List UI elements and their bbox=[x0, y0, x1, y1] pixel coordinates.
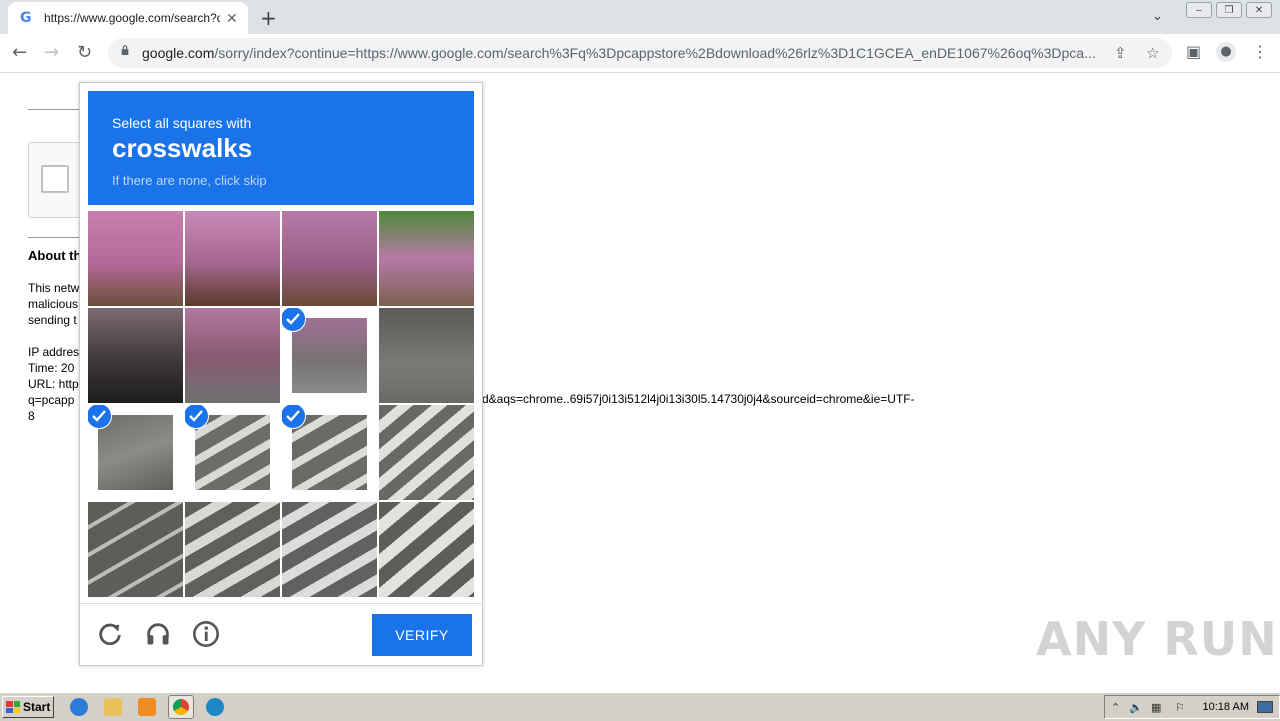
action-center-flag-icon[interactable]: ⚐ bbox=[1175, 701, 1185, 714]
para-line: q=pcapp bbox=[28, 393, 75, 407]
system-tray: ⌃ 🔈 ▦ ⚐ 10:18 AM bbox=[1104, 695, 1280, 719]
instruction-hint: If there are none, click skip bbox=[112, 173, 267, 188]
captcha-tile[interactable] bbox=[185, 211, 280, 306]
edge-icon[interactable] bbox=[206, 698, 224, 716]
divider bbox=[28, 237, 80, 238]
anyrun-watermark: ANY RUN bbox=[1036, 612, 1278, 666]
google-favicon-icon: G bbox=[20, 10, 32, 26]
image-grid bbox=[88, 211, 474, 597]
chrome-icon bbox=[173, 699, 189, 715]
captcha-tile[interactable] bbox=[185, 405, 280, 500]
tile-image bbox=[379, 308, 474, 403]
tile-image bbox=[379, 405, 474, 500]
tile-image bbox=[88, 308, 183, 403]
tile-image bbox=[88, 502, 183, 597]
windows-taskbar: Start ⌃ 🔈 ▦ ⚐ 10:18 AM bbox=[0, 692, 1280, 721]
captcha-tile[interactable] bbox=[185, 502, 280, 597]
tile-image bbox=[185, 502, 280, 597]
captcha-tile[interactable] bbox=[282, 211, 377, 306]
para-line: URL: http bbox=[28, 377, 79, 391]
verify-button[interactable]: VERIFY bbox=[372, 614, 472, 656]
forward-icon[interactable]: → bbox=[44, 42, 59, 63]
volume-icon[interactable]: 🔈 bbox=[1129, 701, 1143, 714]
profile-avatar-icon[interactable]: ● bbox=[1216, 42, 1236, 62]
captcha-tile[interactable] bbox=[379, 308, 474, 403]
captcha-tile[interactable] bbox=[88, 502, 183, 597]
browser-tab[interactable]: G https://www.google.com/search?q= ✕ bbox=[8, 2, 248, 34]
para-line: This netw bbox=[28, 281, 80, 295]
challenge-footer: VERIFY bbox=[80, 603, 482, 666]
challenge-header: Select all squares with crosswalks If th… bbox=[88, 91, 474, 205]
clock: 10:18 AM bbox=[1202, 701, 1249, 713]
reload-challenge-icon[interactable] bbox=[96, 620, 124, 648]
start-button[interactable]: Start bbox=[2, 696, 54, 718]
address-bar[interactable]: google.com/sorry/index?continue=https://… bbox=[108, 38, 1172, 68]
tab-search-chevron-icon[interactable]: ⌄ bbox=[1152, 8, 1163, 24]
recaptcha-checkbox[interactable] bbox=[41, 165, 69, 193]
captcha-tile[interactable] bbox=[282, 308, 377, 403]
tile-image bbox=[379, 211, 474, 306]
window-controls: – ❐ ✕ bbox=[1186, 2, 1272, 18]
divider bbox=[28, 109, 80, 110]
tile-image bbox=[292, 318, 367, 393]
side-panel-icon[interactable]: ▣ bbox=[1186, 42, 1201, 61]
menu-kebab-icon[interactable]: ⋮ bbox=[1252, 42, 1268, 61]
tab-strip: G https://www.google.com/search?q= ✕ + ⌄… bbox=[0, 0, 1280, 34]
bookmark-star-icon[interactable]: ☆ bbox=[1146, 44, 1159, 62]
para-line: sending t bbox=[28, 313, 77, 327]
minimize-icon[interactable]: – bbox=[1186, 2, 1212, 18]
info-icon[interactable] bbox=[192, 620, 220, 648]
para-line: IP addres bbox=[28, 345, 80, 359]
network-icon[interactable]: ▦ bbox=[1151, 701, 1161, 714]
about-heading: About th bbox=[28, 248, 82, 263]
tab-title: https://www.google.com/search?q= bbox=[44, 11, 220, 25]
captcha-tile[interactable] bbox=[282, 405, 377, 500]
url-tail-text: d&aqs=chrome..69i57j0i13i512l4j0i13i30l5… bbox=[482, 392, 915, 406]
browser-toolbar: ← → ↻ google.com/sorry/index?continue=ht… bbox=[0, 34, 1280, 73]
captcha-tile[interactable] bbox=[379, 502, 474, 597]
tile-image bbox=[379, 502, 474, 597]
new-tab-icon[interactable]: + bbox=[260, 6, 277, 30]
share-icon[interactable]: ⇪ bbox=[1114, 44, 1127, 62]
tile-image bbox=[185, 308, 280, 403]
back-icon[interactable]: ← bbox=[12, 42, 27, 63]
start-label: Start bbox=[23, 700, 51, 714]
explorer-folder-icon[interactable] bbox=[104, 698, 122, 716]
instruction-target: crosswalks bbox=[112, 133, 253, 163]
tile-image bbox=[88, 211, 183, 306]
tile-image bbox=[98, 415, 173, 490]
tab-close-icon[interactable]: ✕ bbox=[226, 10, 238, 27]
windows-logo-icon bbox=[6, 701, 20, 713]
tile-image bbox=[282, 502, 377, 597]
captcha-tile[interactable] bbox=[379, 405, 474, 500]
show-desktop-icon[interactable] bbox=[1257, 701, 1273, 713]
captcha-tile[interactable] bbox=[282, 502, 377, 597]
address-url: google.com/sorry/index?continue=https://… bbox=[142, 45, 1096, 61]
captcha-tile[interactable] bbox=[88, 211, 183, 306]
captcha-tile[interactable] bbox=[379, 211, 474, 306]
lock-icon bbox=[121, 45, 129, 55]
tile-image bbox=[292, 415, 367, 490]
captcha-tile[interactable] bbox=[185, 308, 280, 403]
recaptcha-challenge: Select all squares with crosswalks If th… bbox=[79, 82, 483, 666]
para-line: malicious bbox=[28, 297, 79, 311]
close-window-icon[interactable]: ✕ bbox=[1246, 2, 1272, 18]
tray-expand-icon[interactable]: ⌃ bbox=[1111, 701, 1120, 714]
instruction-line: Select all squares with bbox=[112, 115, 252, 131]
tile-image bbox=[185, 211, 280, 306]
tile-image bbox=[282, 211, 377, 306]
chrome-taskbar-button[interactable] bbox=[168, 695, 194, 719]
para-line: Time: 20 bbox=[28, 361, 75, 375]
tile-image bbox=[195, 415, 270, 490]
captcha-tile[interactable] bbox=[88, 308, 183, 403]
audio-challenge-icon[interactable] bbox=[144, 620, 172, 648]
media-player-icon[interactable] bbox=[138, 698, 156, 716]
restore-icon[interactable]: ❐ bbox=[1216, 2, 1242, 18]
captcha-tile[interactable] bbox=[88, 405, 183, 500]
para-line: 8 bbox=[28, 409, 35, 423]
reload-icon[interactable]: ↻ bbox=[77, 42, 92, 63]
ie-icon[interactable] bbox=[70, 698, 88, 716]
